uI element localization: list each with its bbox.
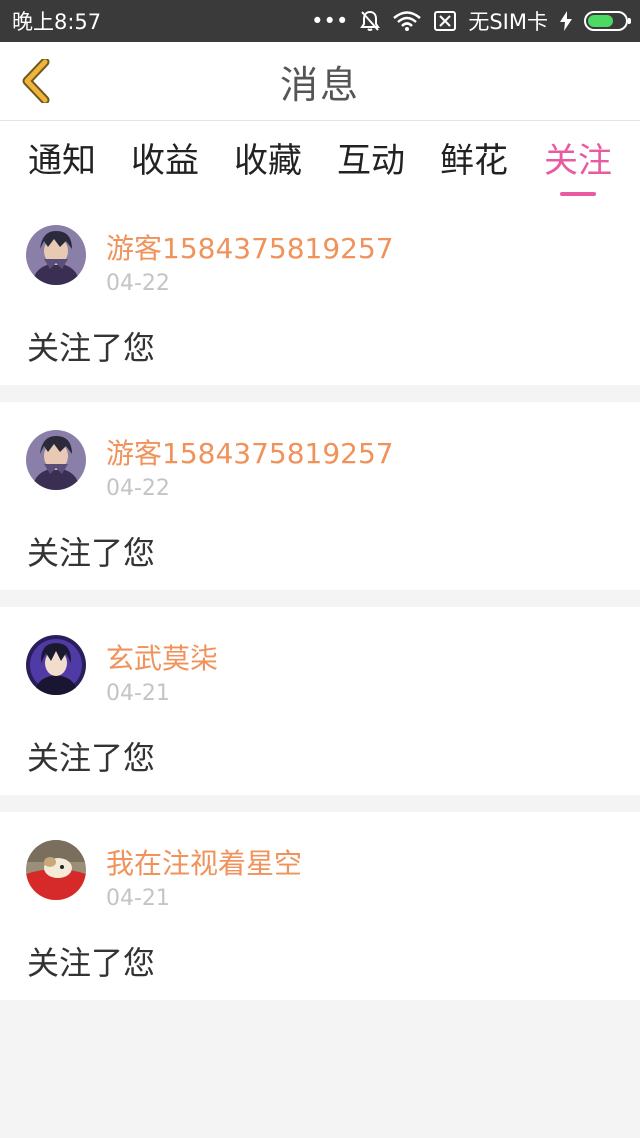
- tab-notice[interactable]: 通知: [14, 133, 110, 193]
- back-arrow-icon: [22, 59, 50, 103]
- tab-earnings[interactable]: 收益: [117, 133, 213, 193]
- avatar[interactable]: [26, 430, 86, 490]
- follower-name[interactable]: 玄武莫柒: [106, 637, 218, 677]
- tab-bar: 通知 收益 收藏 互动 鲜花 关注: [0, 121, 640, 197]
- sim-status-text: 无SIM卡: [468, 10, 548, 34]
- back-button[interactable]: [14, 54, 58, 108]
- tab-follow[interactable]: 关注: [530, 133, 626, 196]
- follow-date: 04-22: [106, 271, 170, 296]
- page-title: 消息: [279, 62, 360, 107]
- follower-name[interactable]: 游客1584375819257: [106, 432, 394, 472]
- status-icons: ••• 无SIM卡: [311, 6, 631, 36]
- list-item[interactable]: 游客1584375819257 04-22 关注了您: [0, 402, 640, 590]
- tab-label: 关注: [544, 141, 612, 181]
- follow-date: 04-21: [106, 681, 170, 706]
- follow-message: 关注了您: [27, 739, 156, 777]
- no-sim-icon: [434, 11, 457, 31]
- list-item[interactable]: 玄武莫柒 04-21 关注了您: [0, 607, 640, 795]
- tab-favorites[interactable]: 收藏: [220, 133, 316, 193]
- title-bar: 消息: [0, 42, 640, 121]
- follower-name[interactable]: 我在注视着星空: [106, 842, 302, 882]
- tab-label: 通知: [28, 141, 96, 181]
- follow-date: 04-22: [106, 476, 170, 501]
- tab-label: 收益: [131, 141, 199, 181]
- tab-interaction[interactable]: 互动: [323, 133, 419, 193]
- avatar[interactable]: [26, 840, 86, 900]
- follower-name[interactable]: 游客1584375819257: [106, 227, 394, 267]
- mute-bell-icon: [360, 10, 381, 32]
- more-dots-icon: •••: [311, 9, 349, 33]
- wifi-icon: [392, 10, 422, 32]
- tab-label: 互动: [337, 141, 405, 181]
- status-time: 晚上8:57: [12, 10, 102, 34]
- battery-icon: [584, 11, 631, 31]
- avatar[interactable]: [26, 635, 86, 695]
- tab-label: 鲜花: [440, 141, 508, 181]
- list-item[interactable]: 我在注视着星空 04-21 关注了您: [0, 812, 640, 1000]
- tab-label: 收藏: [234, 141, 302, 181]
- follow-message: 关注了您: [27, 534, 156, 572]
- follow-message: 关注了您: [27, 329, 156, 367]
- list-item[interactable]: 游客1584375819257 04-22 关注了您: [0, 197, 640, 385]
- status-bar: 晚上8:57 ••• 无SIM卡: [0, 0, 640, 42]
- follow-date: 04-21: [106, 886, 170, 911]
- avatar[interactable]: [26, 225, 86, 285]
- charging-icon: [560, 11, 572, 31]
- tab-flowers[interactable]: 鲜花: [426, 133, 522, 193]
- active-tab-indicator: [560, 192, 596, 196]
- follow-message: 关注了您: [27, 944, 156, 982]
